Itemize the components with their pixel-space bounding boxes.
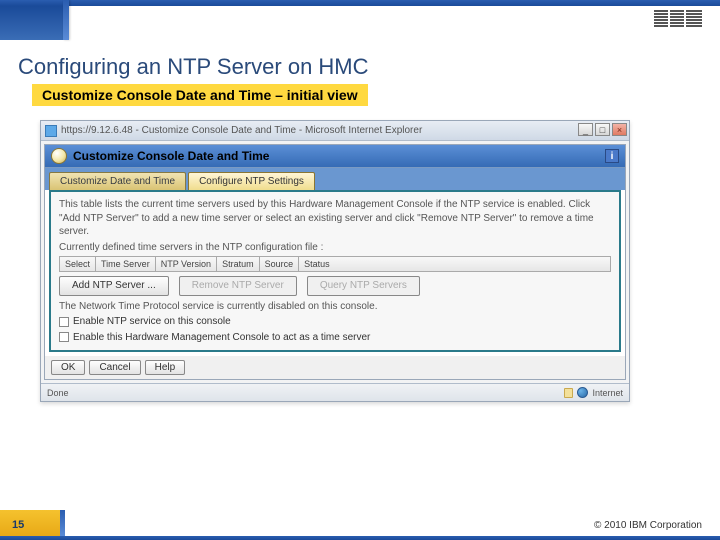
checkbox-row-2: Enable this Hardware Management Console … <box>59 331 611 345</box>
panel-heading-text: Customize Console Date and Time <box>73 149 269 163</box>
clock-icon <box>51 148 67 164</box>
tab-strip: Customize Date and Time Configure NTP Se… <box>45 168 625 190</box>
lock-icon <box>564 388 573 398</box>
disabled-message: The Network Time Protocol service is cur… <box>59 300 611 314</box>
col-server: Time Server <box>96 257 156 271</box>
enable-ntp-label: Enable NTP service on this console <box>73 315 231 329</box>
info-icon[interactable]: i <box>605 149 619 163</box>
ok-button[interactable]: OK <box>51 360 85 375</box>
ibm-logo <box>654 10 702 29</box>
tab-body: This table lists the current time server… <box>49 190 621 352</box>
subhead-text: Currently defined time servers in the NT… <box>59 241 611 255</box>
footer-accent-divider <box>60 510 65 536</box>
col-status: Status <box>299 257 335 271</box>
table-header: Select Time Server NTP Version Stratum S… <box>59 256 611 272</box>
checkbox-row-1: Enable NTP service on this console <box>59 315 611 329</box>
footer-gold-block <box>0 510 60 536</box>
add-ntp-server-button[interactable]: Add NTP Server ... <box>59 276 169 296</box>
enable-ntp-checkbox[interactable] <box>59 317 69 327</box>
footer-blue-bar <box>0 536 720 540</box>
minimize-button[interactable]: _ <box>578 123 593 136</box>
panel: Customize Console Date and Time i Custom… <box>44 144 626 380</box>
dialog-buttons: OK Cancel Help <box>45 356 625 379</box>
status-zone: Internet <box>592 388 623 398</box>
top-accent-divider <box>63 0 69 40</box>
slide: Configuring an NTP Server on HMC Customi… <box>0 0 720 540</box>
query-ntp-servers-button[interactable]: Query NTP Servers <box>307 276 420 296</box>
window-titlebar: https://9.12.6.48 - Customize Console Da… <box>41 121 629 141</box>
col-select: Select <box>60 257 96 271</box>
col-source: Source <box>260 257 300 271</box>
cancel-button[interactable]: Cancel <box>89 360 140 375</box>
browser-window: https://9.12.6.48 - Customize Console Da… <box>40 120 630 402</box>
remove-ntp-server-button[interactable]: Remove NTP Server <box>179 276 297 296</box>
button-row: Add NTP Server ... Remove NTP Server Que… <box>59 276 611 296</box>
panel-heading: Customize Console Date and Time i <box>45 145 625 168</box>
window-controls: _ □ × <box>578 123 627 136</box>
page-number: 15 <box>12 519 24 531</box>
copyright: © 2010 IBM Corporation <box>594 520 702 531</box>
ie-icon <box>45 125 57 137</box>
enable-timeserver-label: Enable this Hardware Management Console … <box>73 331 370 345</box>
status-left: Done <box>47 388 69 398</box>
help-button[interactable]: Help <box>145 360 186 375</box>
window-title-text: https://9.12.6.48 - Customize Console Da… <box>61 125 422 136</box>
tab-configure-ntp[interactable]: Configure NTP Settings <box>188 172 315 190</box>
col-version: NTP Version <box>156 257 217 271</box>
tab-customize-datetime[interactable]: Customize Date and Time <box>49 172 186 190</box>
col-stratum: Stratum <box>217 257 260 271</box>
top-blue-bar <box>0 0 720 6</box>
top-left-blue-block <box>0 6 63 40</box>
status-bar: Done Internet <box>41 383 629 401</box>
maximize-button[interactable]: □ <box>595 123 610 136</box>
enable-timeserver-checkbox[interactable] <box>59 332 69 342</box>
intro-text: This table lists the current time server… <box>59 198 611 239</box>
globe-icon <box>577 387 588 398</box>
slide-subtitle-wrap: Customize Console Date and Time – initia… <box>32 84 368 106</box>
slide-subtitle: Customize Console Date and Time – initia… <box>32 84 368 106</box>
close-button[interactable]: × <box>612 123 627 136</box>
slide-title: Configuring an NTP Server on HMC <box>18 54 369 80</box>
